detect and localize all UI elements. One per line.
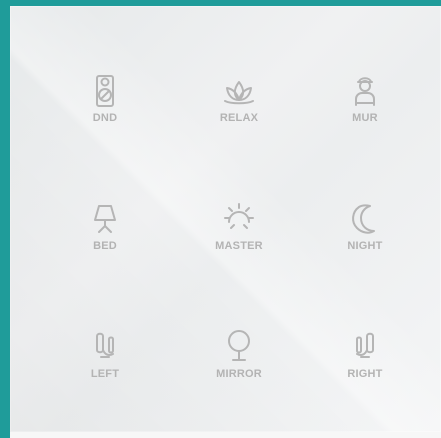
bed-button[interactable]: BED xyxy=(50,196,160,292)
night-button[interactable]: NIGHT xyxy=(310,196,420,292)
moon-icon xyxy=(343,196,387,240)
left-button[interactable]: LEFT xyxy=(50,324,160,420)
wall-sconce-left-icon xyxy=(83,324,127,368)
lotus-icon xyxy=(217,68,261,112)
right-button[interactable]: RIGHT xyxy=(310,324,420,420)
relax-label: RELAX xyxy=(219,112,259,124)
mirror-button[interactable]: MIRROR xyxy=(184,324,294,420)
bed-lamp-icon xyxy=(83,196,127,240)
dnd-label: DND xyxy=(92,112,118,124)
do-not-disturb-door-hanger-icon xyxy=(83,68,127,112)
mur-button[interactable]: MUR xyxy=(310,68,420,164)
mirror-icon xyxy=(217,324,261,368)
bed-label: BED xyxy=(93,240,117,252)
relax-button[interactable]: RELAX xyxy=(184,68,294,164)
night-label: NIGHT xyxy=(347,240,383,252)
housekeeping-person-icon xyxy=(343,68,387,112)
sun-icon xyxy=(217,196,261,240)
left-label: LEFT xyxy=(90,368,120,380)
master-button[interactable]: MASTER xyxy=(184,196,294,292)
mur-label: MUR xyxy=(352,112,378,124)
mirror-label: MIRROR xyxy=(216,368,262,380)
master-label: MASTER xyxy=(215,240,263,252)
bottom-edge xyxy=(10,432,441,438)
right-label: RIGHT xyxy=(347,368,383,380)
dnd-button[interactable]: DND xyxy=(50,68,160,164)
touch-panel: DND RELAX MUR BED MASTER NIGHT LEFT MIRR… xyxy=(10,6,441,432)
wall-sconce-right-icon xyxy=(343,324,387,368)
